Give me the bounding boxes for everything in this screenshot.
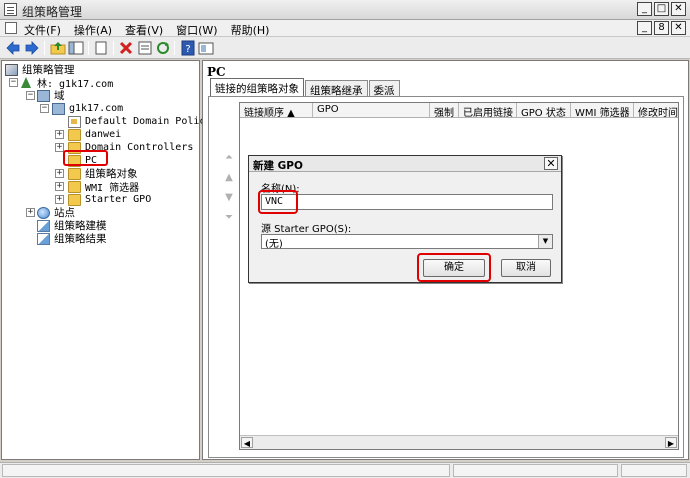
show-hide-tree-icon[interactable] (68, 40, 84, 56)
svg-text:?: ? (185, 44, 190, 55)
minimize-button[interactable]: _ (637, 2, 652, 16)
ok-highlight-box (417, 253, 491, 282)
back-arrow-icon[interactable] (5, 40, 21, 56)
menu-view[interactable]: 查看(V) (125, 22, 163, 38)
collapse-domains-toggle[interactable]: − (26, 91, 35, 100)
child-close-button[interactable]: ✕ (671, 21, 686, 35)
tab-delegation[interactable]: 委派 (368, 80, 400, 97)
menu-file[interactable]: 文件(F) (24, 22, 61, 38)
column-link-enabled[interactable]: 已启用链接 (459, 103, 517, 117)
column-modified[interactable]: 修改时间 (634, 103, 678, 117)
move-down-icon[interactable]: ▼ (222, 192, 236, 204)
toolbar: ? (0, 37, 690, 59)
forest-icon (20, 76, 33, 89)
column-link-order[interactable]: 链接顺序 ▲ (240, 103, 313, 117)
folder-icon (68, 167, 81, 180)
tree-node-domains[interactable]: 域 (37, 89, 67, 102)
tree-node-wmi-filters[interactable]: WMI 筛选器 (68, 180, 141, 194)
pane-title: PC (207, 65, 226, 79)
cancel-button[interactable]: 取消 (501, 259, 551, 277)
window-controls: _ □ ✕ (637, 2, 686, 16)
source-starter-gpo-label: 源 Starter GPO(S): (261, 224, 352, 235)
properties-icon[interactable] (137, 40, 153, 56)
menu-action[interactable]: 操作(A) (74, 22, 112, 38)
dialog-title: 新建 GPO (253, 160, 303, 172)
status-cell-main (2, 464, 450, 477)
child-window-controls: _ 8 ✕ (637, 21, 686, 35)
expand-wmi-toggle[interactable]: + (55, 182, 64, 191)
window-title: 组策略管理 (22, 5, 83, 19)
tab-inheritance[interactable]: 组策略继承 (305, 80, 368, 97)
column-gpo[interactable]: GPO (313, 103, 430, 117)
source-starter-gpo-value: (无) (265, 239, 283, 250)
results-icon (37, 232, 50, 245)
help-icon[interactable]: ? (180, 40, 196, 56)
dialog-title-bar: 新建 GPO ✕ (249, 156, 561, 172)
expand-danwei-toggle[interactable]: + (55, 130, 64, 139)
tree-node-default-domain-policy[interactable]: Default Domain Policy (68, 115, 213, 128)
child-minimize-button[interactable]: _ (637, 21, 652, 35)
sites-icon (37, 206, 50, 219)
gpmc-icon (5, 63, 18, 76)
move-up-icon[interactable]: ▲ (222, 172, 236, 184)
column-enforced[interactable]: 强制 (430, 103, 459, 117)
folder-icon (68, 193, 81, 206)
pc-highlight-box (63, 150, 108, 166)
new-gpo-dialog: 新建 GPO ✕ 名称(N): VNC 源 Starter GPO(S): (无… (248, 155, 562, 283)
tree-node-ou-danwei[interactable]: danwei (68, 128, 123, 141)
delete-icon[interactable] (118, 40, 134, 56)
copy-icon[interactable] (93, 40, 109, 56)
tab-strip: 链接的组策略对象 组策略继承 委派 (210, 78, 401, 97)
name-highlight-box (258, 190, 298, 214)
dialog-close-button[interactable]: ✕ (544, 157, 558, 170)
menu-bar: 文件(F) 操作(A) 查看(V) 窗口(W) 帮助(H) _ 8 ✕ (0, 20, 690, 37)
tree-pane: 组策略管理 − 林: g1k17.com − 域 − g1k17.com Def… (1, 60, 211, 460)
tree-node-domain[interactable]: g1k17.com (52, 102, 125, 115)
collapse-forest-toggle[interactable]: − (9, 78, 18, 87)
tree-node-starter-gpo[interactable]: Starter GPO (68, 193, 153, 206)
domains-icon (37, 89, 50, 102)
chevron-down-icon[interactable]: ▼ (538, 235, 552, 248)
move-bottom-icon[interactable]: ⏷ (222, 212, 236, 224)
forward-arrow-icon[interactable] (24, 40, 40, 56)
status-cell-right (621, 464, 687, 477)
folder-icon (68, 180, 81, 193)
app-icon (4, 3, 17, 16)
scroll-left-icon[interactable]: ◀ (241, 437, 253, 448)
domain-icon (52, 102, 65, 115)
status-bar (0, 462, 690, 478)
modeling-icon (37, 219, 50, 232)
expand-sites-toggle[interactable]: + (26, 208, 35, 217)
horizontal-scrollbar[interactable]: ◀ ▶ (240, 435, 678, 449)
menu-help[interactable]: 帮助(H) (231, 22, 270, 38)
maximize-button[interactable]: □ (654, 2, 669, 16)
move-top-icon[interactable]: ⏶ (222, 152, 236, 164)
tree-node-results[interactable]: 组策略结果 (37, 232, 109, 245)
status-cell-middle (453, 464, 618, 477)
menu-window[interactable]: 窗口(W) (176, 22, 217, 38)
expand-starter-gpo-toggle[interactable]: + (55, 195, 64, 204)
tree-node-forest[interactable]: 林: g1k17.com (20, 76, 115, 90)
list-header: 链接顺序 ▲ GPO 强制 已启用链接 GPO 状态 WMI 筛选器 修改时间 (240, 103, 678, 118)
up-folder-icon[interactable] (50, 40, 66, 56)
refresh-icon[interactable] (155, 40, 171, 56)
child-restore-button[interactable]: 8 (654, 21, 669, 35)
column-gpo-status[interactable]: GPO 状态 (517, 103, 571, 117)
gpo-link-icon (68, 115, 81, 128)
source-starter-gpo-select[interactable]: (无) ▼ (261, 234, 553, 250)
scroll-right-icon[interactable]: ▶ (665, 437, 677, 448)
column-wmi-filter[interactable]: WMI 筛选器 (571, 103, 634, 117)
collapse-domain-toggle[interactable]: − (40, 104, 49, 113)
console-icon[interactable] (198, 40, 214, 56)
expand-gpo-objects-toggle[interactable]: + (55, 169, 64, 178)
ou-folder-icon (68, 128, 81, 141)
document-icon[interactable] (5, 22, 17, 34)
tab-linked-gpos[interactable]: 链接的组策略对象 (210, 78, 304, 96)
gpo-name-input[interactable]: VNC (261, 194, 553, 210)
close-button[interactable]: ✕ (671, 2, 686, 16)
title-bar: 组策略管理 _ □ ✕ (0, 0, 690, 20)
